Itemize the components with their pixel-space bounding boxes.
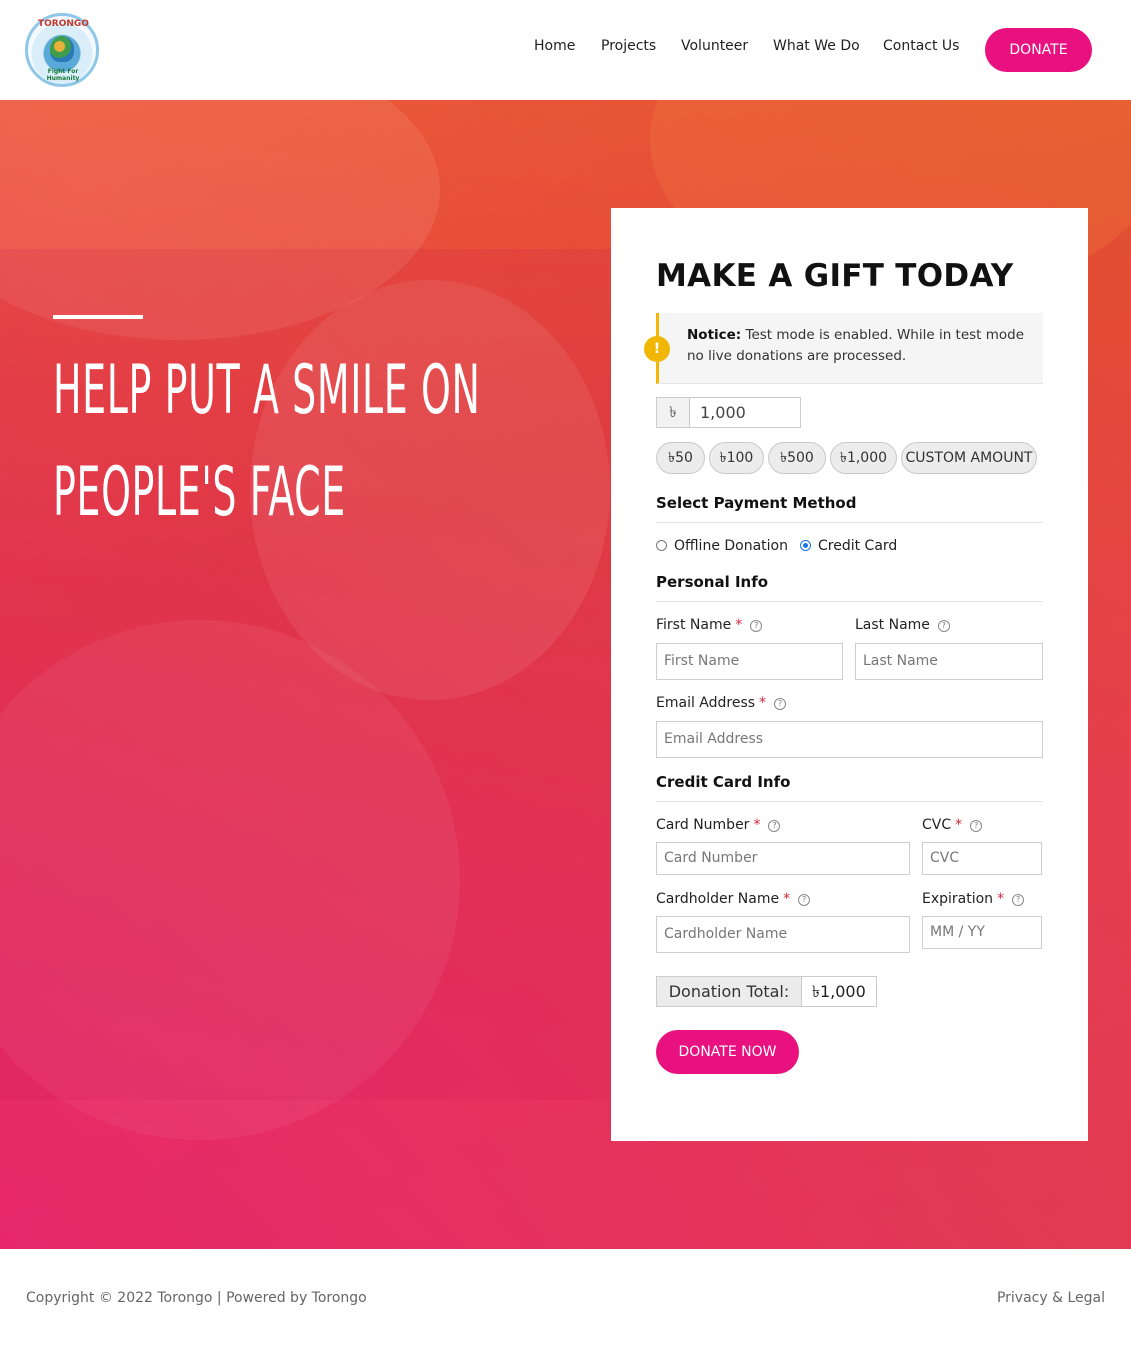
warning-icon: ! bbox=[644, 336, 670, 362]
custom-amount-button[interactable]: CUSTOM AMOUNT bbox=[901, 442, 1037, 474]
currency-symbol: ৳ bbox=[656, 397, 690, 428]
nav-home[interactable]: Home bbox=[534, 38, 575, 60]
nav-projects[interactable]: Projects bbox=[601, 38, 656, 60]
email-label: Email Address *? bbox=[656, 695, 787, 711]
hero-headline-line2: PEOPLE'S FACE bbox=[53, 453, 346, 532]
notice-text: Notice: Test mode is enabled. While in t… bbox=[687, 327, 1025, 364]
personal-info-heading: Personal Info bbox=[656, 573, 769, 591]
level-100-button[interactable]: ৳100 bbox=[709, 442, 764, 474]
email-input[interactable]: Email Address bbox=[656, 721, 1043, 758]
credit-card-label[interactable]: Credit Card bbox=[818, 538, 897, 554]
hero-accent-line bbox=[53, 315, 143, 319]
offline-donation-radio[interactable] bbox=[656, 540, 667, 551]
help-icon[interactable]: ? bbox=[970, 820, 983, 832]
credit-card-radio[interactable] bbox=[800, 540, 811, 551]
divider bbox=[656, 601, 1043, 602]
help-icon[interactable]: ? bbox=[937, 620, 950, 632]
privacy-legal-link[interactable]: Privacy & Legal bbox=[997, 1290, 1105, 1306]
donation-total-value: ৳1,000 bbox=[801, 976, 877, 1007]
nav-what-we-do[interactable]: What We Do bbox=[773, 38, 860, 60]
donation-form-card: MAKE A GIFT TODAY ! Notice: Test mode is… bbox=[611, 208, 1088, 1141]
header-donate-button[interactable]: DONATE bbox=[985, 28, 1092, 72]
amount-input[interactable]: 1,000 bbox=[689, 397, 801, 428]
divider bbox=[656, 801, 1043, 802]
test-mode-notice: ! Notice: Test mode is enabled. While in… bbox=[644, 313, 1043, 384]
copyright-text: Copyright © 2022 Torongo | Powered by To… bbox=[26, 1290, 367, 1306]
logo-bottom-text: Fight For Humanity bbox=[46, 68, 80, 82]
first-name-label: First Name *? bbox=[656, 617, 763, 633]
cvc-label: CVC *? bbox=[922, 817, 983, 833]
help-icon[interactable]: ? bbox=[774, 698, 787, 710]
first-name-input[interactable]: First Name bbox=[656, 643, 843, 680]
help-icon[interactable]: ? bbox=[750, 620, 763, 632]
offline-donation-label[interactable]: Offline Donation bbox=[674, 538, 788, 554]
logo-top-text: TORONGO bbox=[38, 19, 89, 29]
site-footer: Copyright © 2022 Torongo | Powered by To… bbox=[0, 1249, 1131, 1348]
hero-headline-line1: HELP PUT A SMILE ON bbox=[53, 351, 481, 430]
cardholder-name-label: Cardholder Name *? bbox=[656, 891, 811, 907]
hero-headline: HELP PUT A SMILE ON PEOPLE'S FACE bbox=[53, 340, 599, 544]
nav-volunteer[interactable]: Volunteer bbox=[681, 38, 748, 60]
cardholder-name-input[interactable]: Cardholder Name bbox=[656, 916, 910, 953]
help-icon[interactable]: ? bbox=[798, 894, 811, 906]
help-icon[interactable]: ? bbox=[1012, 894, 1025, 906]
cvc-input[interactable]: CVC bbox=[922, 842, 1042, 875]
expiration-label: Expiration *? bbox=[922, 891, 1025, 907]
expiration-input[interactable]: MM / YY bbox=[922, 916, 1042, 949]
level-50-button[interactable]: ৳50 bbox=[656, 442, 705, 474]
payment-method-heading: Select Payment Method bbox=[656, 494, 857, 512]
help-icon[interactable]: ? bbox=[768, 820, 781, 832]
divider bbox=[656, 522, 1043, 523]
card-number-input[interactable]: Card Number bbox=[656, 842, 910, 875]
globe-icon bbox=[50, 36, 74, 62]
level-500-button[interactable]: ৳500 bbox=[768, 442, 826, 474]
card-number-label: Card Number *? bbox=[656, 817, 781, 833]
level-1000-button[interactable]: ৳1,000 bbox=[830, 442, 897, 474]
last-name-input[interactable]: Last Name bbox=[855, 643, 1043, 680]
torongo-logo[interactable]: TORONGO Fight For Humanity bbox=[25, 13, 99, 87]
nav-contact-us[interactable]: Contact Us bbox=[883, 38, 959, 60]
site-header: TORONGO Fight For Humanity Home Projects… bbox=[0, 0, 1131, 100]
last-name-label: Last Name? bbox=[855, 617, 950, 633]
donation-total-label: Donation Total: bbox=[656, 976, 802, 1007]
form-title: MAKE A GIFT TODAY bbox=[656, 258, 1014, 294]
credit-card-info-heading: Credit Card Info bbox=[656, 773, 791, 791]
donate-now-button[interactable]: DONATE NOW bbox=[656, 1030, 799, 1074]
